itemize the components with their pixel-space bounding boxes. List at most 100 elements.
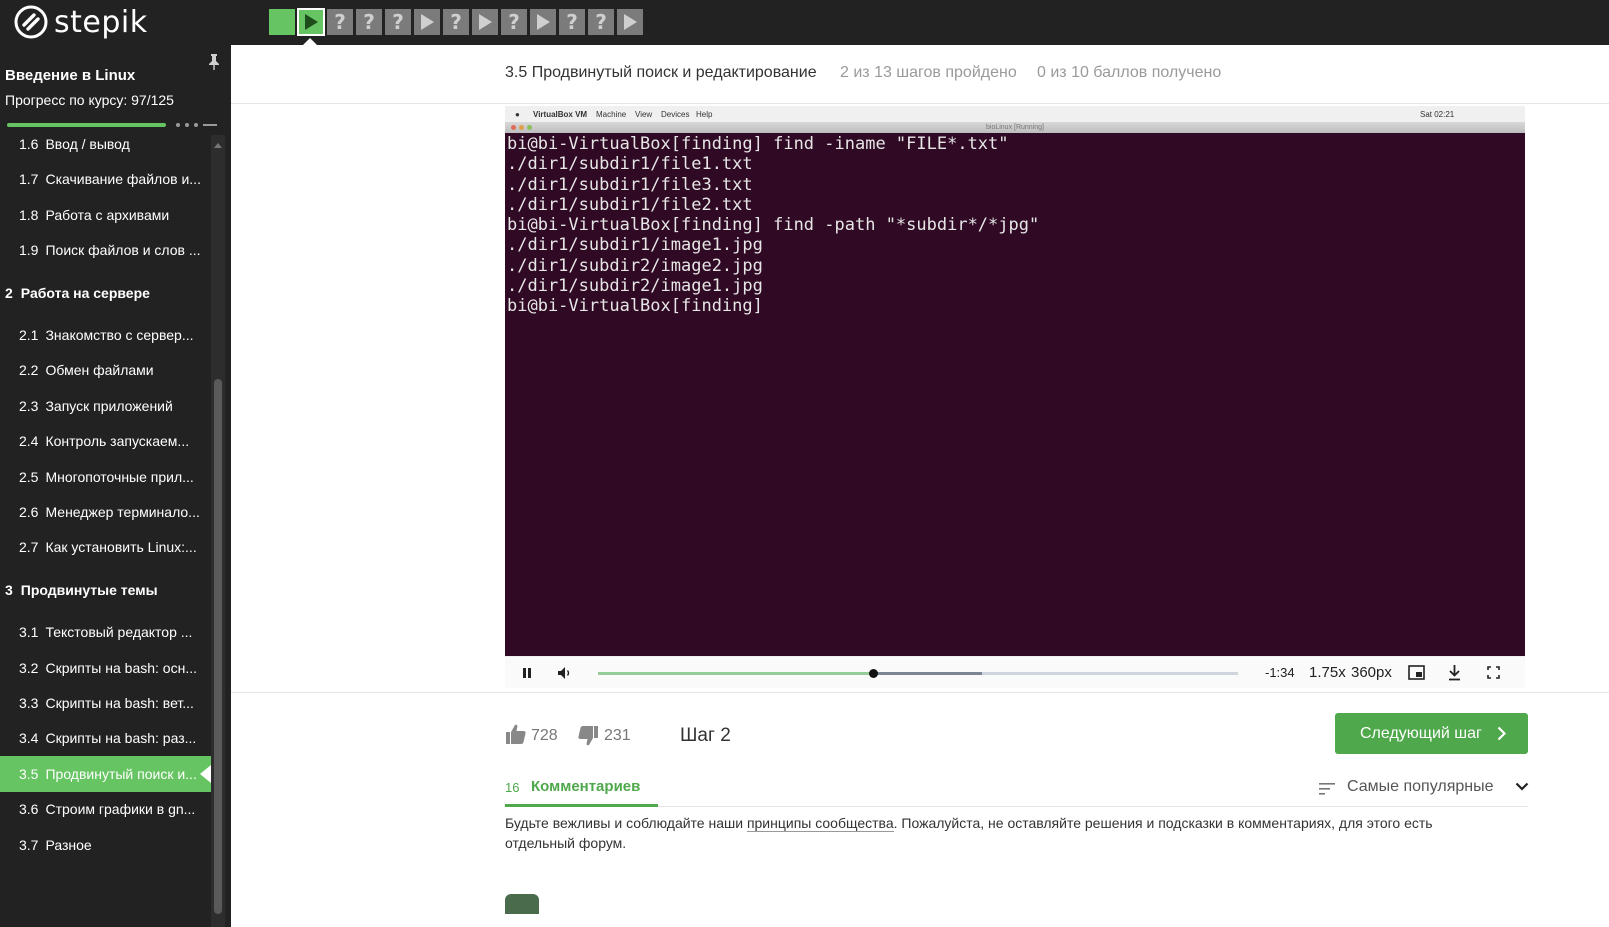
chevron-down-icon[interactable] — [1515, 782, 1529, 791]
sidebar-item-label: Текстовый редактор ... — [45, 624, 193, 641]
step-9-button[interactable]: ? — [501, 9, 527, 35]
vm-menu-help: Help — [696, 110, 713, 119]
play-icon — [624, 14, 637, 30]
terminal-line: ./dir1/subdir1/file2.txt — [507, 194, 753, 215]
rules-text-before: Будьте вежливы и соблюдайте наши — [505, 815, 747, 831]
playback-speed[interactable]: 1.75x — [1309, 664, 1346, 681]
vm-window-title: bioLinux [Running] — [986, 124, 1044, 131]
sidebar-item-label: Ввод / вывод — [45, 136, 130, 152]
step-5-button[interactable]: ? — [385, 9, 411, 35]
sidebar-item-2.1[interactable]: 2.1 Знакомство с сервер... — [0, 317, 211, 353]
sidebar-item-2.5[interactable]: 2.5 Многопоточные прил... — [0, 459, 211, 495]
fullscreen-icon[interactable] — [1487, 666, 1500, 679]
sort-selector[interactable]: Самые популярные — [1347, 778, 1493, 796]
step-6-button[interactable] — [414, 9, 440, 35]
sidebar-item-3.7[interactable]: 3.7 Разное — [0, 827, 211, 863]
sidebar-item-number: 2.1 — [19, 327, 39, 343]
sidebar-item-1.6[interactable]: 1.6 Ввод / вывод — [0, 135, 211, 162]
sidebar-item-number: 2.5 — [19, 468, 39, 485]
course-progress-remainder — [176, 123, 217, 127]
sidebar-item-3.4[interactable]: 3.4 Скрипты на bash: раз... — [0, 720, 211, 756]
picture-in-picture-icon[interactable] — [1408, 665, 1425, 680]
sidebar-item-3.5[interactable]: 3.5 Продвинутый поиск и... — [0, 755, 211, 792]
sidebar-item-label: Скрипты на bash: вет... — [45, 695, 194, 711]
step-2-button[interactable] — [297, 8, 325, 36]
scroll-up-icon[interactable] — [214, 143, 222, 148]
next-step-label: Следующий шаг — [1360, 725, 1482, 742]
sidebar-item-number: 1.9 — [19, 242, 39, 259]
sort-icon[interactable] — [1319, 783, 1335, 795]
sidebar-item-number: 2.7 — [19, 539, 39, 556]
course-title[interactable]: Введение в Linux — [5, 67, 135, 84]
download-icon[interactable] — [1447, 664, 1462, 681]
sidebar-item-3.2[interactable]: 3.2 Скрипты на bash: осн... — [0, 650, 211, 686]
pause-icon[interactable] — [521, 667, 533, 679]
step-3-button[interactable]: ? — [327, 9, 353, 35]
play-icon — [421, 14, 434, 30]
sidebar-item-number: 2 — [5, 284, 13, 301]
step-label: Шаг 2 — [680, 725, 731, 746]
seek-handle[interactable] — [869, 669, 879, 678]
question-icon: ? — [392, 10, 404, 34]
sidebar-scroll-thumb[interactable] — [214, 379, 222, 914]
play-icon — [305, 14, 318, 30]
sidebar-item-1.8[interactable]: 1.8 Работа с архивами — [0, 197, 211, 233]
terminal-output: bi@bi-VirtualBox[finding] find -iname "F… — [507, 134, 1039, 317]
sidebar-item-number: 3.1 — [19, 624, 39, 641]
sidebar-item-number: 3 — [5, 581, 13, 598]
sidebar-item-label: Как установить Linux:... — [45, 539, 197, 556]
terminal-line: ./dir1/subdir1/file3.txt — [507, 174, 753, 195]
seek-bar[interactable] — [598, 669, 1238, 678]
next-step-button[interactable]: Следующий шаг — [1335, 713, 1528, 754]
vm-titlebar: bioLinux [Running] — [505, 122, 1525, 133]
volume-icon[interactable] — [557, 666, 573, 680]
step-10-button[interactable] — [530, 9, 556, 35]
pin-icon[interactable] — [207, 53, 221, 71]
video-quality[interactable]: 360px — [1351, 664, 1392, 681]
sidebar-section-2[interactable]: 2 Работа на сервере — [0, 275, 211, 311]
thumbs-up-icon[interactable] — [505, 723, 527, 745]
stepik-logo[interactable]: stepik — [14, 4, 148, 40]
sidebar-item-3.3[interactable]: 3.3 Скрипты на bash: вет... — [0, 685, 211, 721]
sidebar-item-3.1[interactable]: 3.1 Текстовый редактор ... — [0, 614, 211, 650]
terminal-line: bi@bi-VirtualBox[finding] find -path "*s… — [507, 215, 1040, 236]
sidebar-item-2.6[interactable]: 2.6 Менеджер терминало... — [0, 494, 211, 530]
sidebar-item-label: Работа на сервере — [20, 284, 150, 301]
sidebar-item-number: 1.7 — [19, 171, 39, 188]
sidebar-item-2.7[interactable]: 2.7 Как установить Linux:... — [0, 529, 211, 565]
community-principles-link[interactable]: принципы сообщества — [746, 815, 894, 832]
sidebar-item-number: 3.6 — [19, 801, 39, 818]
sidebar-item-3.6[interactable]: 3.6 Строим графики в gn... — [0, 791, 211, 827]
sidebar-item-2.3[interactable]: 2.3 Запуск приложений — [0, 388, 211, 424]
sidebar-item-label: Продвинутый поиск и... — [45, 765, 197, 782]
video-player[interactable]: ● VirtualBox VM Machine View Devices Hel… — [505, 106, 1525, 656]
step-4-button[interactable]: ? — [356, 9, 382, 35]
step-12-button[interactable]: ? — [588, 9, 614, 35]
avatar[interactable] — [505, 894, 539, 914]
step-11-button[interactable]: ? — [559, 9, 585, 35]
sidebar-item-number: 3.3 — [19, 695, 39, 711]
vm-menu-view: View — [635, 110, 653, 119]
sidebar-item-label: Многопоточные прил... — [45, 468, 194, 485]
sidebar-item-2.4[interactable]: 2.4 Контроль запускаем... — [0, 423, 211, 459]
comments-label: Комментариев — [531, 778, 641, 795]
active-item-notch — [200, 764, 211, 783]
comments-toolbar: 16 Комментариев Самые популярные — [505, 767, 1529, 807]
chevron-right-icon — [1497, 726, 1506, 741]
sidebar-item-number: 2.6 — [19, 504, 39, 520]
sidebar-item-1.9[interactable]: 1.9 Поиск файлов и слов ... — [0, 232, 211, 268]
step-13-button[interactable] — [617, 9, 643, 35]
comments-tab[interactable]: 16 Комментариев — [505, 767, 658, 807]
sidebar-item-label: Продвинутые темы — [20, 581, 158, 598]
step-8-button[interactable] — [472, 9, 498, 35]
sidebar-section-3[interactable]: 3 Продвинутые темы — [0, 572, 211, 608]
course-nav-list: 1.6 Ввод / вывод 1.7 Скачивание файлов и...… — [0, 135, 211, 927]
thumbs-down-icon[interactable] — [577, 725, 599, 747]
sidebar-item-1.7[interactable]: 1.7 Скачивание файлов и... — [0, 161, 211, 197]
sidebar-item-2.2[interactable]: 2.2 Обмен файлами — [0, 352, 211, 388]
sidebar-scrollbar[interactable] — [211, 135, 225, 927]
sidebar-item-number: 3.2 — [19, 659, 39, 676]
step-1-button[interactable] — [269, 9, 295, 35]
like-count: 728 — [531, 727, 558, 744]
step-7-button[interactable]: ? — [443, 9, 469, 35]
